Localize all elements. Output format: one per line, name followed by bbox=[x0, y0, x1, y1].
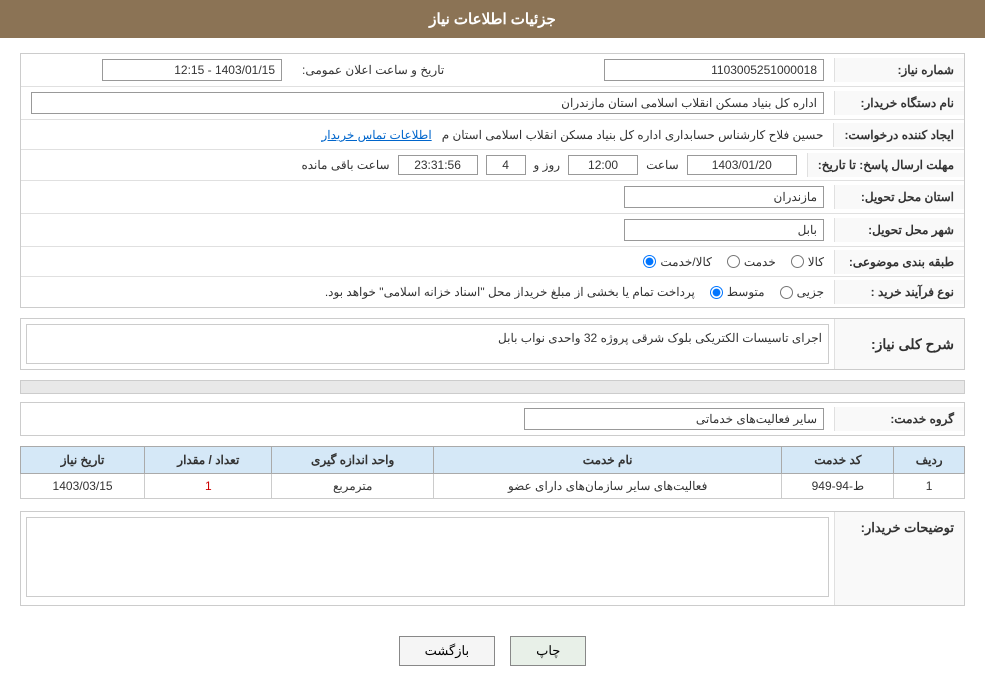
ijad-konnande-label: ایجاد کننده درخواست: bbox=[833, 123, 964, 147]
table-section: ردیف کد خدمت نام خدمت واحد اندازه گیری ت… bbox=[20, 446, 965, 499]
cell-radif: 1 bbox=[894, 474, 965, 499]
radio-mottavaset[interactable]: متوسط bbox=[710, 285, 765, 299]
shahr-value: بابل bbox=[21, 214, 834, 246]
groh-label: گروه خدمت: bbox=[834, 407, 964, 431]
radio-kala-label: کالا bbox=[808, 255, 824, 269]
ijad-konnande-link[interactable]: اطلاعات تماس خریدار bbox=[321, 128, 431, 142]
tabaqe-label: طبقه بندی موضوعی: bbox=[834, 250, 964, 274]
sharh-value: اجرای تاسیسات الکتریکی بلوک شرقی پروژه 3… bbox=[21, 319, 834, 369]
page-wrapper: جزئیات اطلاعات نیاز شماره نیاز: 11030052… bbox=[0, 0, 985, 696]
shahr-row: شهر محل تحویل: بابل bbox=[21, 214, 964, 247]
tozihat-label: توضیحات خریدار: bbox=[834, 512, 964, 605]
tozihat-section: توضیحات خریدار: bbox=[20, 511, 965, 606]
cell-vahed: مترمربع bbox=[272, 474, 433, 499]
cell-tedad: 1 bbox=[145, 474, 272, 499]
ostan-box: مازندران bbox=[624, 186, 824, 208]
mohlat-saat-box: 12:00 bbox=[568, 155, 638, 175]
roz-label: روز و bbox=[534, 158, 561, 172]
shomare-niaz-value: 1103005251000018 bbox=[563, 54, 834, 86]
baqi-box: 23:31:56 bbox=[398, 155, 478, 175]
cell-kod: ط-94-949 bbox=[782, 474, 894, 499]
radio-jozei[interactable]: جزیی bbox=[780, 285, 824, 299]
shomare-niaz-row: شماره نیاز: 1103005251000018 تاریخ و ساع… bbox=[21, 54, 964, 87]
tabaqe-row: طبقه بندی موضوعی: کالا خدمت کالا/خدمت bbox=[21, 247, 964, 277]
col-nam: نام خدمت bbox=[433, 447, 781, 474]
shomare-niaz-box: 1103005251000018 bbox=[604, 59, 824, 81]
radio-jozei-label: جزیی bbox=[797, 285, 824, 299]
col-tarikh: تاریخ نیاز bbox=[21, 447, 145, 474]
ostan-label: استان محل تحویل: bbox=[834, 185, 964, 209]
table-row: 1 ط-94-949 فعالیت‌های سایر سازمان‌های دا… bbox=[21, 474, 965, 499]
ostan-value: مازندران bbox=[21, 181, 834, 213]
header-title: جزئیات اطلاعات نیاز bbox=[429, 11, 556, 28]
noe-farayand-value: جزیی متوسط پرداخت تمام یا بخشی از مبلغ خ… bbox=[21, 280, 834, 304]
back-button[interactable]: بازگشت bbox=[399, 636, 495, 666]
cell-nam: فعالیت‌های سایر سازمان‌های دارای عضو bbox=[433, 474, 781, 499]
shomare-niaz-label: شماره نیاز: bbox=[834, 58, 964, 82]
col-radif: ردیف bbox=[894, 447, 965, 474]
shahr-box: بابل bbox=[624, 219, 824, 241]
noe-desc-text: پرداخت تمام یا بخشی از مبلغ خریداز محل "… bbox=[325, 285, 695, 299]
radio-kala-input[interactable] bbox=[791, 255, 804, 268]
tarikh-aelan-value: 1403/01/15 - 12:15 bbox=[21, 54, 292, 86]
radio-kala-khedmat-label: کالا/خدمت bbox=[660, 255, 711, 269]
noe-farayand-row: نوع فرآیند خرید : جزیی متوسط پرداخت تمام… bbox=[21, 277, 964, 307]
mohlat-ersal-value: 1403/01/20 ساعت 12:00 روز و 4 23:31:56 س… bbox=[21, 150, 807, 180]
nam-dastgah-row: نام دستگاه خریدار: اداره کل بنیاد مسکن ا… bbox=[21, 87, 964, 120]
ijad-konnande-value: حسین فلاح کارشناس حسابداری اداره کل بنیا… bbox=[21, 123, 833, 147]
baqi-label: ساعت باقی مانده bbox=[301, 158, 389, 172]
tarikh-label: تاریخ و ساعت اعلان عمومی: bbox=[302, 63, 444, 77]
radio-kala-khedmat[interactable]: کالا/خدمت bbox=[643, 255, 711, 269]
top-info-section: شماره نیاز: 1103005251000018 تاریخ و ساع… bbox=[20, 53, 965, 308]
sharh-text-box: اجرای تاسیسات الکتریکی بلوک شرقی پروژه 3… bbox=[26, 324, 829, 364]
mohlat-date-box: 1403/01/20 bbox=[687, 155, 797, 175]
nam-dastgah-value: اداره کل بنیاد مسکن انقلاب اسلامی استان … bbox=[21, 87, 834, 119]
saat-label: ساعت bbox=[646, 158, 679, 172]
nam-dastgah-label: نام دستگاه خریدار: bbox=[834, 91, 964, 115]
radio-jozei-input[interactable] bbox=[780, 286, 793, 299]
noe-farayand-radio-group: جزیی متوسط پرداخت تمام یا بخشی از مبلغ خ… bbox=[31, 285, 824, 299]
radio-khedmat-label: خدمت bbox=[744, 255, 776, 269]
table-header-row: ردیف کد خدمت نام خدمت واحد اندازه گیری ت… bbox=[21, 447, 965, 474]
sharh-text: اجرای تاسیسات الکتریکی بلوک شرقی پروژه 3… bbox=[498, 331, 822, 345]
radio-khedmat-input[interactable] bbox=[727, 255, 740, 268]
services-table: ردیف کد خدمت نام خدمت واحد اندازه گیری ت… bbox=[20, 446, 965, 499]
print-button[interactable]: چاپ bbox=[510, 636, 586, 666]
roz-box: 4 bbox=[486, 155, 526, 175]
tozihat-textarea[interactable] bbox=[26, 517, 829, 597]
groh-box: سایر فعالیت‌های خدماتی bbox=[524, 408, 824, 430]
radio-mottavaset-label: متوسط bbox=[727, 285, 765, 299]
col-kod: کد خدمت bbox=[782, 447, 894, 474]
tozihat-value-cell bbox=[21, 512, 834, 605]
groh-value: سایر فعالیت‌های خدماتی bbox=[21, 403, 834, 435]
etelaat-header bbox=[20, 380, 965, 394]
tarikh-aelan-box: 1403/01/15 - 12:15 bbox=[102, 59, 282, 81]
mohlat-ersal-label: مهلت ارسال پاسخ: تا تاریخ: bbox=[807, 153, 964, 177]
sharh-section: شرح کلی نیاز: اجرای تاسیسات الکتریکی بلو… bbox=[20, 318, 965, 370]
radio-khedmat[interactable]: خدمت bbox=[727, 255, 776, 269]
page-title: جزئیات اطلاعات نیاز bbox=[0, 0, 985, 38]
radio-kala[interactable]: کالا bbox=[791, 255, 824, 269]
tabaqe-value: کالا خدمت کالا/خدمت bbox=[21, 250, 834, 274]
datetime-container: 1403/01/20 ساعت 12:00 روز و 4 23:31:56 س… bbox=[31, 155, 797, 175]
ostan-row: استان محل تحویل: مازندران bbox=[21, 181, 964, 214]
nam-dastgah-box: اداره کل بنیاد مسکن انقلاب اسلامی استان … bbox=[31, 92, 824, 114]
radio-noe-desc: پرداخت تمام یا بخشی از مبلغ خریداز محل "… bbox=[31, 285, 695, 299]
ijad-konnande-text: حسین فلاح کارشناس حسابداری اداره کل بنیا… bbox=[442, 128, 824, 142]
mohlat-ersal-row: مهلت ارسال پاسخ: تا تاریخ: 1403/01/20 سا… bbox=[21, 150, 964, 181]
shahr-label: شهر محل تحویل: bbox=[834, 218, 964, 242]
radio-kala-khedmat-input[interactable] bbox=[643, 255, 656, 268]
col-vahed: واحد اندازه گیری bbox=[272, 447, 433, 474]
tarikh-aelan-label: تاریخ و ساعت اعلان عمومی: bbox=[292, 58, 563, 82]
cell-tarikh: 1403/03/15 bbox=[21, 474, 145, 499]
tabaqe-radio-group: کالا خدمت کالا/خدمت bbox=[31, 255, 824, 269]
groh-row: گروه خدمت: سایر فعالیت‌های خدماتی bbox=[20, 402, 965, 436]
ijad-konnande-row: ایجاد کننده درخواست: حسین فلاح کارشناس ح… bbox=[21, 120, 964, 150]
noe-farayand-label: نوع فرآیند خرید : bbox=[834, 280, 964, 304]
button-row: چاپ بازگشت bbox=[20, 621, 965, 681]
main-content: شماره نیاز: 1103005251000018 تاریخ و ساع… bbox=[0, 38, 985, 696]
col-tedad: تعداد / مقدار bbox=[145, 447, 272, 474]
sharh-label: شرح کلی نیاز: bbox=[834, 319, 964, 369]
radio-mottavaset-input[interactable] bbox=[710, 286, 723, 299]
